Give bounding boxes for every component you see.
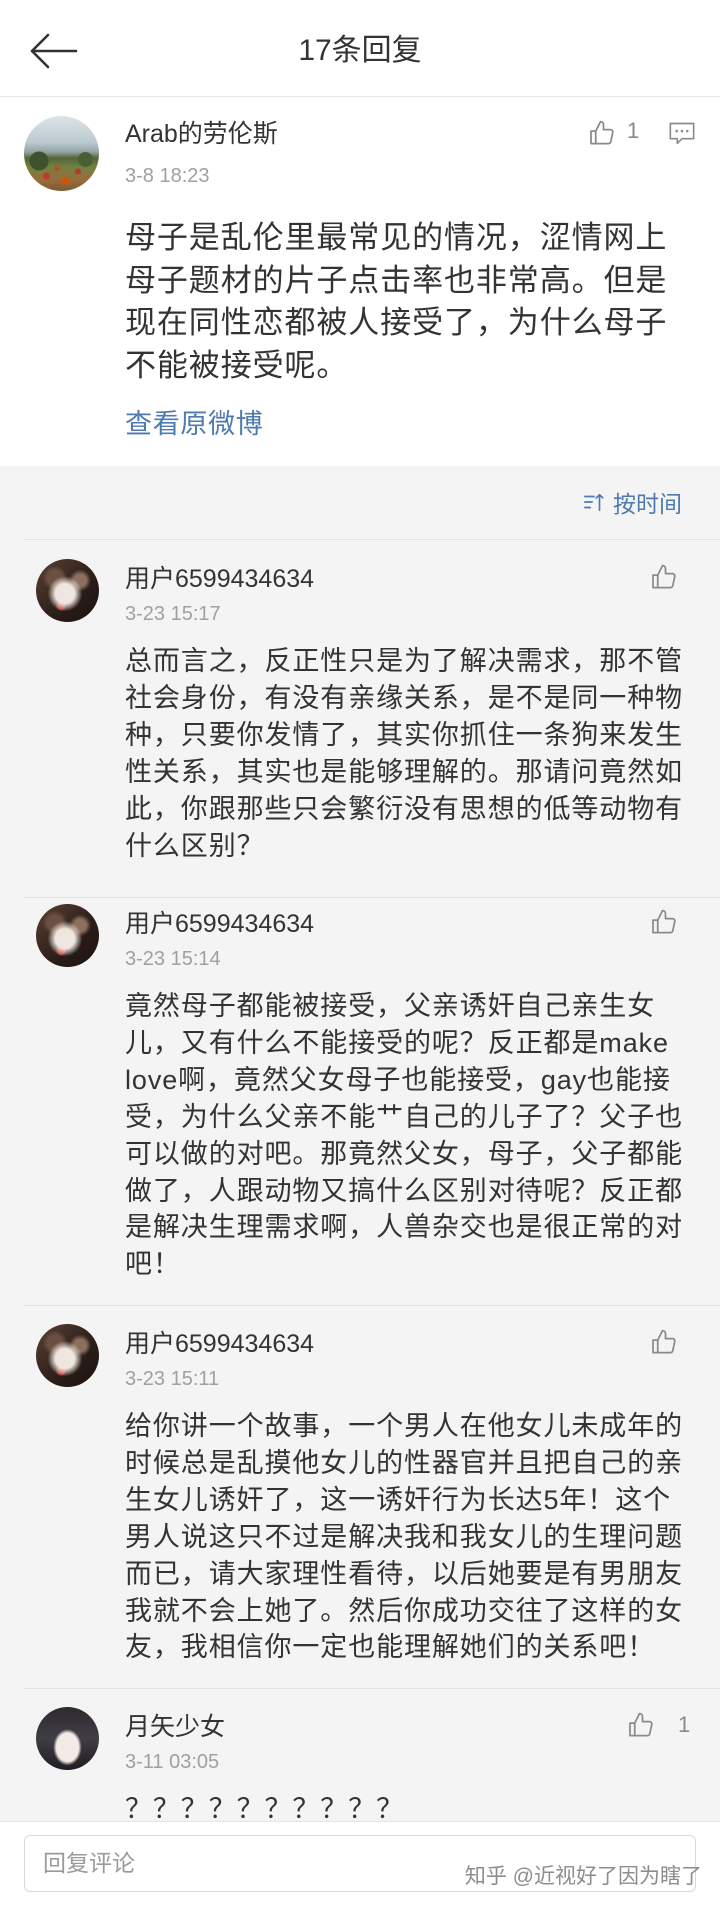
comment-text-line: 而已，请大家理性看待，以后她要是有男朋友 xyxy=(125,1558,683,1589)
like-button[interactable] xyxy=(587,118,617,148)
comment-body: 给你讲一个故事，一个男人在他女儿未成年的 时候总是乱摸他女儿的性器官并且把自己的… xyxy=(125,1408,710,1666)
comment-text-line: 总而言之，反正性只是为了解决需求，那不管 xyxy=(125,646,683,676)
divider xyxy=(24,539,720,540)
comment-text-line: 我就不会上她了。然后你成功交往了这样的女 xyxy=(125,1595,683,1626)
avatar[interactable] xyxy=(36,559,99,622)
comment-text-line: 吧！ xyxy=(125,1249,181,1280)
like-button[interactable] xyxy=(626,1710,656,1740)
thumbs-up-icon xyxy=(590,120,614,145)
comment-text-line: 做了，人跟动物又搞什么区别对待呢？反正都 xyxy=(125,1175,683,1206)
comment-body: 总而言之，反正性只是为了解决需求，那不管 社会身份，有没有亲缘关系，是不是同一种… xyxy=(125,643,710,864)
comment-text-line: 是解决生理需求啊，人兽杂交也是很正常的对 xyxy=(125,1212,683,1243)
comment-text-line: 生女儿诱奸了，这一诱奸行为长达5年！这个 xyxy=(125,1484,672,1515)
comment-timestamp: 3-23 15:17 xyxy=(125,603,221,625)
post-text-line: 母子题材的片子点击率也非常高。但是 xyxy=(125,262,668,298)
reply-bar: 知乎 @近视好了因为瞎了 xyxy=(0,1821,720,1907)
comment-author-name[interactable]: 月矢少女 xyxy=(125,1712,225,1742)
comment-text-line: 什么区别？ xyxy=(125,830,265,861)
comment-author-name[interactable]: 用户6599434634 xyxy=(125,564,314,594)
sort-icon xyxy=(584,493,604,512)
comment-text-line: love啊，竟然父女母子也能接受，gay也能接 xyxy=(125,1064,671,1095)
original-post: Arab的劳伦斯 3-8 18:23 1 母子是乱伦里最常见的情况，涩情网上 母… xyxy=(0,97,720,466)
comment-body: 竟然母子都能被接受，父亲诱奸自己亲生女 儿，又有什么不能接受的呢？反正都是mak… xyxy=(125,988,710,1283)
comment-text-line: 此，你跟那些只会繁衍没有思想的低等动物有 xyxy=(125,793,683,824)
comment-author-name[interactable]: 用户6599434634 xyxy=(125,909,314,939)
comment-text-line: 时候总是乱摸他女儿的性器官并且把自己的亲 xyxy=(125,1447,683,1478)
like-button[interactable] xyxy=(649,562,679,592)
avatar[interactable] xyxy=(36,904,99,967)
like-button[interactable] xyxy=(649,907,679,937)
page-title: 17条回复 xyxy=(298,34,422,67)
post-text-line: 母子是乱伦里最常见的情况，涩情网上 xyxy=(125,220,668,255)
divider xyxy=(24,1688,720,1689)
like-count: 1 xyxy=(678,1712,691,1737)
view-original-weibo-link[interactable]: 查看原微博 xyxy=(125,408,264,440)
avatar[interactable] xyxy=(36,1707,99,1770)
comment-thread-screen: 17条回复 Arab的劳伦斯 3-8 18:23 1 母子是乱伦里最常见的情况，… xyxy=(0,0,720,1907)
reply-comment-input[interactable] xyxy=(24,1835,696,1892)
thumbs-up-icon xyxy=(652,1329,676,1354)
like-count: 1 xyxy=(627,118,640,143)
thumbs-up-icon xyxy=(652,909,676,934)
comment-timestamp: 3-11 03:05 xyxy=(125,1751,220,1773)
comment-text-line: 男人说这只不过是解决我和我女儿的生理问题 xyxy=(125,1521,683,1552)
comment-timestamp: 3-23 15:11 xyxy=(125,1368,220,1390)
thumbs-up-icon xyxy=(629,1712,653,1737)
sort-by-time-button[interactable]: 按时间 xyxy=(583,485,682,519)
sort-label: 按时间 xyxy=(613,491,682,517)
avatar[interactable] xyxy=(36,1324,99,1387)
comment-text-line: 受，为什么父亲不能艹自己的儿子了？父子也 xyxy=(125,1101,683,1132)
divider xyxy=(24,897,720,898)
comment-text-line: 儿，又有什么不能接受的呢？反正都是make xyxy=(125,1027,669,1058)
post-timestamp: 3-8 18:23 xyxy=(125,165,210,187)
like-button[interactable] xyxy=(649,1327,679,1357)
comment-text-line: 性关系，其实也是能够理解的。那请问竟然如 xyxy=(125,756,683,787)
divider xyxy=(24,1305,720,1306)
thumbs-up-icon xyxy=(652,564,676,589)
avatar[interactable] xyxy=(24,116,99,191)
post-text-line: 不能被接受呢。 xyxy=(125,347,349,383)
post-text-line: 现在同性恋都被人接受了，为什么母子 xyxy=(125,305,668,341)
top-nav-bar: 17条回复 xyxy=(0,0,720,97)
comment-text-line: 社会身份，有没有亲缘关系，是不是同一种物 xyxy=(125,682,683,713)
comment-icon xyxy=(669,122,695,145)
post-author-name[interactable]: Arab的劳伦斯 xyxy=(125,119,278,149)
comment-timestamp: 3-23 15:14 xyxy=(125,948,221,970)
comment-text-line: 给你讲一个故事，一个男人在他女儿未成年的 xyxy=(125,1411,683,1441)
comment-text-line: 友，我相信你一定也能理解她们的关系吧！ xyxy=(125,1632,656,1663)
comment-text-line: 可以做的对吧。那竟然父女，母子，父子都能 xyxy=(125,1138,683,1169)
comment-button[interactable] xyxy=(668,121,696,147)
comment-author-name[interactable]: 用户6599434634 xyxy=(125,1329,314,1359)
comment-text-line: 竟然母子都能被接受，父亲诱奸自己亲生女 xyxy=(125,991,656,1021)
post-body: 母子是乱伦里最常见的情况，涩情网上 母子题材的片子点击率也非常高。但是 现在同性… xyxy=(125,217,710,387)
comment-text-line: 种，只要你发情了，其实你抓住一条狗来发生 xyxy=(125,719,683,750)
